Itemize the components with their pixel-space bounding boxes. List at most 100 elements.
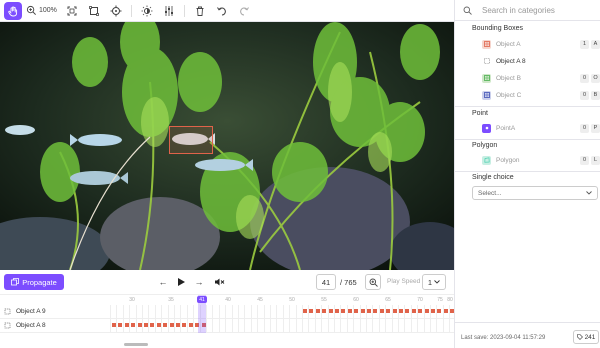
keyframe[interactable] xyxy=(188,323,193,327)
keyframe[interactable] xyxy=(124,323,129,327)
keyframe[interactable] xyxy=(373,309,378,313)
track-row[interactable]: Object A 9 xyxy=(0,305,455,319)
current-frame-input[interactable]: 41 xyxy=(316,274,336,290)
category-object-a[interactable]: Object A 1 A xyxy=(472,36,600,52)
keyframe[interactable] xyxy=(309,309,314,313)
keyframe[interactable] xyxy=(328,309,333,313)
undo-button[interactable] xyxy=(213,2,231,20)
keyframe[interactable] xyxy=(367,309,371,313)
keyframe[interactable] xyxy=(354,309,359,313)
grid-line xyxy=(276,319,278,333)
chevron-down-icon xyxy=(434,280,440,284)
grid-line xyxy=(116,319,118,333)
transform-icon xyxy=(89,5,99,16)
keyframe[interactable] xyxy=(411,309,416,313)
single-choice-select[interactable]: Select... xyxy=(472,186,598,200)
keyframe[interactable] xyxy=(424,309,429,313)
keyframe[interactable] xyxy=(335,309,339,313)
category-object-b[interactable]: Object B 0 O xyxy=(472,70,600,86)
keyframe[interactable] xyxy=(182,323,187,327)
keyframe[interactable] xyxy=(156,323,161,327)
adjust-button[interactable] xyxy=(160,2,178,20)
category-polygon[interactable]: Polygon 0 L xyxy=(472,152,600,168)
track-keyframes[interactable] xyxy=(110,305,455,319)
annotation-canvas[interactable] xyxy=(0,22,454,270)
keyframe[interactable] xyxy=(418,309,423,313)
annotation-count-badge[interactable]: 241 xyxy=(573,330,599,344)
ruler-tick-label: 50 xyxy=(289,297,295,303)
grid-line xyxy=(154,319,156,333)
pan-tool-button[interactable] xyxy=(4,1,22,20)
timeline[interactable]: 30 35 40 45 50 55 60 65 70 75 80 Object A 9 Object… xyxy=(0,294,455,348)
zoom-timeline-button[interactable] xyxy=(365,274,381,290)
zoom-control[interactable]: 100% xyxy=(26,5,57,16)
play-speed-select[interactable]: 1 xyxy=(422,274,446,290)
grid-line xyxy=(161,305,163,319)
keyframe[interactable] xyxy=(379,309,384,313)
keyframe[interactable] xyxy=(169,323,174,327)
grid-line xyxy=(282,305,284,319)
category-object-a-8[interactable]: Object A 8 xyxy=(472,53,600,69)
propagate-button[interactable]: Propagate xyxy=(4,274,64,290)
category-object-c[interactable]: Object C 0 B xyxy=(472,87,600,103)
keyframe[interactable] xyxy=(437,309,442,313)
keyframe[interactable] xyxy=(405,309,410,313)
track-keyframes[interactable] xyxy=(110,319,454,333)
keyframe[interactable] xyxy=(386,309,391,313)
keyframe[interactable] xyxy=(322,309,327,313)
keyframe[interactable] xyxy=(144,323,148,327)
timeline-scrollbar[interactable] xyxy=(124,343,148,346)
grid-line xyxy=(206,319,207,333)
category-point-a[interactable]: PointA 0 P xyxy=(472,120,600,136)
keyframe[interactable] xyxy=(341,309,346,313)
grid-line xyxy=(295,319,297,333)
sliders-icon xyxy=(164,5,173,16)
play-button[interactable] xyxy=(175,276,187,288)
grid-line xyxy=(167,305,169,319)
grid-line xyxy=(385,319,387,333)
transform-button[interactable] xyxy=(85,2,103,20)
keyframe[interactable] xyxy=(303,309,307,313)
grid-line xyxy=(174,305,175,319)
next-frame-button[interactable]: → xyxy=(193,276,205,288)
keyframe[interactable] xyxy=(131,323,136,327)
keyframe[interactable] xyxy=(150,323,155,327)
delete-button[interactable] xyxy=(191,2,209,20)
category-search[interactable]: Search in categories xyxy=(455,0,600,21)
grid-line xyxy=(129,305,131,319)
keyframe[interactable] xyxy=(118,323,123,327)
hotkey-badge: B xyxy=(591,90,600,100)
bounding-box-annotation[interactable] xyxy=(169,126,213,154)
keyframe[interactable] xyxy=(137,323,142,327)
previous-frame-button[interactable]: ← xyxy=(157,276,169,288)
propagate-label: Propagate xyxy=(22,277,57,287)
keyframe[interactable] xyxy=(347,309,352,313)
brightness-button[interactable] xyxy=(138,2,156,20)
grid-line xyxy=(225,305,227,319)
keyframe[interactable] xyxy=(163,323,168,327)
mute-button[interactable] xyxy=(214,276,226,288)
redo-button[interactable] xyxy=(235,2,253,20)
center-button[interactable] xyxy=(107,2,125,20)
keyframe[interactable] xyxy=(176,323,180,327)
grid-line xyxy=(116,305,118,319)
hotkey-badge: L xyxy=(591,155,600,165)
keyframe[interactable] xyxy=(315,309,320,313)
keyframe[interactable] xyxy=(431,309,435,313)
chevron-down-icon xyxy=(586,191,592,195)
grid-line xyxy=(238,319,239,333)
track-row[interactable]: Object A 8 xyxy=(0,319,454,333)
grid-line xyxy=(340,319,342,333)
keyframe[interactable] xyxy=(392,309,397,313)
search-icon xyxy=(463,6,472,15)
keyframe[interactable] xyxy=(112,323,116,327)
fit-button[interactable] xyxy=(63,2,81,20)
keyframe[interactable] xyxy=(360,309,365,313)
grid-line xyxy=(314,319,316,333)
category-label: PointA xyxy=(496,124,516,132)
grid-line xyxy=(135,305,137,319)
ruler-tick-label: 40 xyxy=(225,297,231,303)
keyframe[interactable] xyxy=(399,309,403,313)
grid-line xyxy=(417,319,419,333)
keyframe[interactable] xyxy=(443,309,448,313)
